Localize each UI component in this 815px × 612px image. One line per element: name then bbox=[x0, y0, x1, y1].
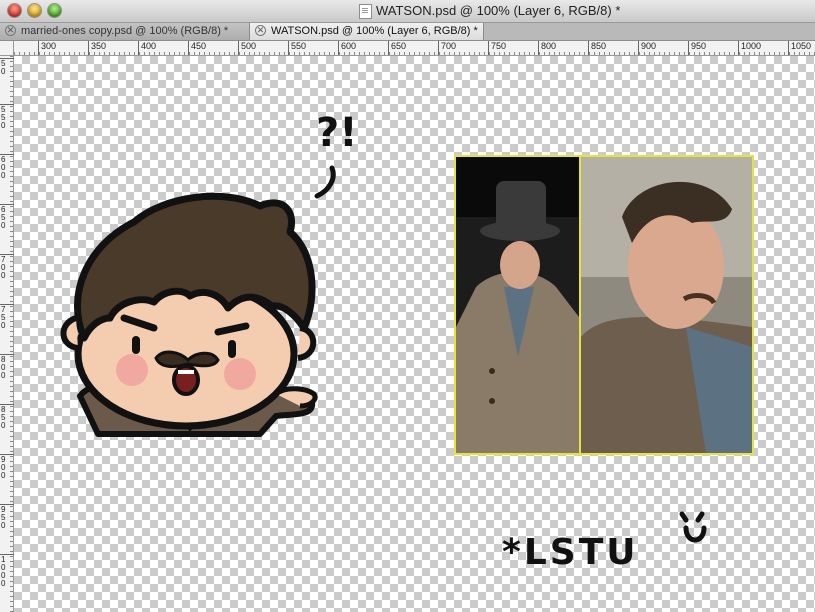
left-eye bbox=[132, 336, 140, 354]
zoom-window-icon[interactable] bbox=[48, 4, 61, 17]
ruler-label: 700 bbox=[0, 254, 14, 280]
ruler-label: 850 bbox=[588, 41, 606, 55]
smiley-icon bbox=[683, 525, 707, 543]
speech-marks-text: ?! bbox=[316, 110, 357, 156]
tab-close-icon[interactable]: ✕ bbox=[255, 25, 266, 36]
ruler-origin[interactable] bbox=[0, 41, 14, 56]
right-eye bbox=[228, 340, 236, 358]
ruler-label: 800 bbox=[0, 354, 14, 380]
ruler-label: 450 bbox=[188, 41, 206, 55]
document-tab-bar: ✕ married-ones copy.psd @ 100% (RGB/8) *… bbox=[0, 23, 815, 41]
minimize-window-icon[interactable] bbox=[28, 4, 41, 17]
ruler-label: 900 bbox=[638, 41, 656, 55]
ruler-label: 950 bbox=[0, 504, 14, 530]
ruler-label: 750 bbox=[0, 304, 14, 330]
ruler-label: 350 bbox=[88, 41, 106, 55]
ruler-label: 1000 bbox=[0, 554, 14, 588]
window-title: WATSON.psd @ 100% (Layer 6, RGB/8) * bbox=[376, 3, 621, 18]
vertical-ruler[interactable]: 50 550 600 650 700 750 800 850 900 950 1… bbox=[0, 56, 14, 612]
close-window-icon[interactable] bbox=[8, 4, 21, 17]
ruler-label: 650 bbox=[0, 204, 14, 230]
ruler-label: 950 bbox=[688, 41, 706, 55]
right-ear bbox=[297, 325, 317, 361]
ruler-label: 1050 bbox=[788, 41, 811, 55]
document-canvas[interactable]: ?! *LSTU bbox=[14, 56, 815, 612]
ruler-label: 800 bbox=[538, 41, 556, 55]
document-proxy-icon[interactable] bbox=[359, 4, 372, 19]
ruler-label: 900 bbox=[0, 454, 14, 480]
photo-collage-layer[interactable] bbox=[454, 155, 754, 455]
tab-married-ones[interactable]: ✕ married-ones copy.psd @ 100% (RGB/8) * bbox=[0, 23, 250, 40]
ruler-label: 50 bbox=[0, 58, 14, 76]
horizontal-ruler[interactable]: 300 350 400 450 500 550 600 650 700 750 … bbox=[14, 41, 815, 56]
ruler-label: 300 bbox=[38, 41, 56, 55]
ruler-label: 550 bbox=[288, 41, 306, 55]
motion-line bbox=[314, 165, 336, 199]
left-face bbox=[500, 241, 540, 289]
ruler-label: 600 bbox=[0, 154, 14, 180]
ruler-label: 1000 bbox=[738, 41, 761, 55]
ruler-label: 600 bbox=[338, 41, 356, 55]
tab-watson[interactable]: ✕ WATSON.psd @ 100% (Layer 6, RGB/8) * bbox=[250, 23, 484, 40]
tab-label: married-ones copy.psd @ 100% (RGB/8) * bbox=[21, 25, 229, 37]
tab-close-icon[interactable]: ✕ bbox=[5, 25, 16, 36]
right-cheek bbox=[224, 358, 256, 390]
ruler-label: 850 bbox=[0, 404, 14, 430]
ruler-label: 500 bbox=[238, 41, 256, 55]
left-cheek bbox=[116, 354, 148, 386]
ruler-label: 550 bbox=[0, 104, 14, 130]
tab-label: WATSON.psd @ 100% (Layer 6, RGB/8) * bbox=[271, 25, 478, 37]
ruler-label: 750 bbox=[488, 41, 506, 55]
left-ear bbox=[60, 315, 79, 351]
ruler-label: 700 bbox=[438, 41, 456, 55]
ruler-label: 400 bbox=[138, 41, 156, 55]
photo-collage bbox=[456, 157, 752, 453]
window-titlebar[interactable]: WATSON.psd @ 100% (Layer 6, RGB/8) * bbox=[0, 0, 815, 23]
caption-text: *LSTU bbox=[502, 532, 638, 573]
ruler-label: 650 bbox=[388, 41, 406, 55]
